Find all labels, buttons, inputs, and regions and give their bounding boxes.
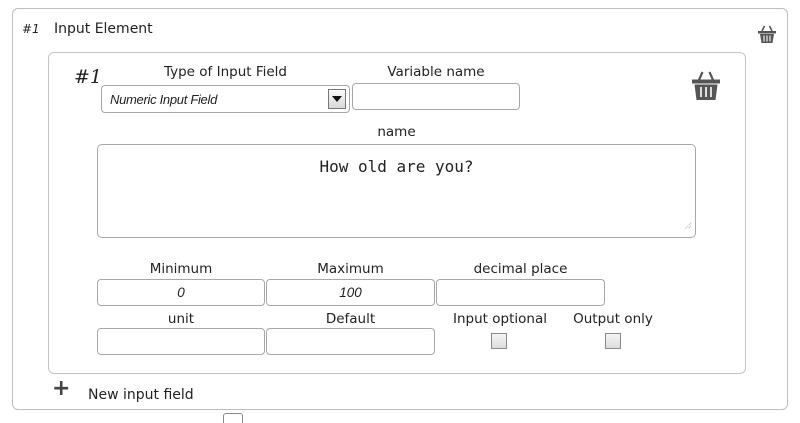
variable-name-input[interactable] bbox=[352, 83, 520, 110]
output-only-label: Output only bbox=[573, 311, 653, 327]
name-textarea-value: How old are you? bbox=[319, 157, 474, 176]
type-select[interactable]: Numeric Input Field bbox=[101, 85, 350, 113]
new-input-field-link[interactable]: New input field bbox=[88, 387, 194, 403]
input-optional-checkbox[interactable] bbox=[491, 333, 507, 349]
decimal-place-label: decimal place bbox=[473, 261, 568, 277]
delete-field-basket-icon[interactable] bbox=[691, 69, 721, 101]
input-optional-label: Input optional bbox=[453, 311, 547, 327]
maximum-label: Maximum bbox=[317, 261, 384, 277]
output-only-checkbox[interactable] bbox=[605, 333, 621, 349]
name-textarea[interactable]: How old are you? bbox=[97, 144, 696, 238]
variable-name-label: Variable name bbox=[387, 64, 485, 80]
decimal-place-input[interactable] bbox=[436, 279, 605, 306]
type-select-value: Numeric Input Field bbox=[110, 92, 218, 107]
plus-icon[interactable]: + bbox=[52, 378, 70, 400]
resize-grip-icon[interactable] bbox=[683, 215, 692, 234]
minimum-input[interactable]: 0 bbox=[97, 279, 265, 306]
default-input[interactable] bbox=[266, 328, 435, 355]
maximum-input[interactable]: 100 bbox=[266, 279, 435, 306]
field-index: #1 bbox=[74, 66, 103, 88]
triangle-down-icon[interactable] bbox=[328, 89, 346, 109]
unit-input[interactable] bbox=[97, 328, 265, 355]
unit-label: unit bbox=[167, 311, 195, 327]
delete-element-basket-icon[interactable] bbox=[757, 24, 777, 44]
element-title: Input Element bbox=[54, 21, 153, 37]
partial-control bbox=[223, 413, 243, 423]
default-label: Default bbox=[325, 311, 376, 327]
minimum-label: Minimum bbox=[149, 261, 213, 277]
type-label: Type of Input Field bbox=[163, 64, 287, 80]
name-label: name bbox=[377, 124, 416, 140]
element-index: #1 bbox=[22, 22, 40, 36]
